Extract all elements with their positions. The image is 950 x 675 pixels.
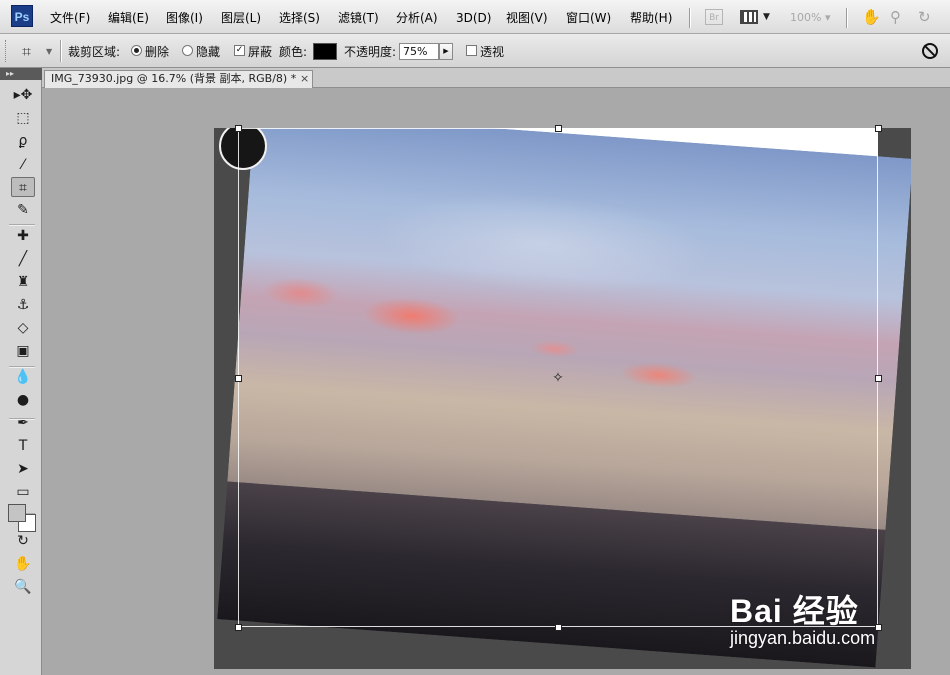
gradient-tool-icon[interactable]: ▣ <box>11 341 35 361</box>
menu-filter[interactable]: 滤镜(T) <box>338 10 379 26</box>
perspective-label[interactable]: 透视 <box>480 44 504 60</box>
menu-layer[interactable]: 图层(L) <box>221 10 261 26</box>
crop-tool-preset-icon[interactable]: ⌗ <box>22 42 31 62</box>
document-tab[interactable]: IMG_73930.jpg @ 16.7% (背景 副本, RGB/8) * × <box>44 70 313 88</box>
crop-tool-icon[interactable]: ⌗ <box>11 177 35 197</box>
opacity-input[interactable]: 75% <box>399 43 439 60</box>
pen-tool-icon[interactable]: ✒ <box>11 413 35 433</box>
tools-panel: ▸▸ ▸✥⬚ϼ⁄⌗✎✚╱♜⚓◇▣💧●✒T➤▭⟲↻✋🔍 <box>0 68 42 675</box>
options-bar-grip[interactable] <box>5 40 9 62</box>
baidu-logo: Bai 经验 <box>730 593 859 629</box>
delete-label[interactable]: 删除 <box>145 44 169 60</box>
tools-separator <box>9 224 35 226</box>
menu-analysis[interactable]: 分析(A) <box>396 10 438 26</box>
delete-radio[interactable] <box>131 45 142 56</box>
path-selection-tool-icon[interactable]: ➤ <box>11 459 35 479</box>
crop-area-label: 裁剪区域: <box>68 45 121 59</box>
menubar-separator <box>689 8 691 28</box>
hide-label[interactable]: 隐藏 <box>196 44 220 60</box>
options-separator <box>60 40 62 62</box>
menubar-separator <box>846 8 848 28</box>
move-tool-icon[interactable]: ▸✥ <box>11 85 35 105</box>
document-tab-title: IMG_73930.jpg @ 16.7% (背景 副本, RGB/8) * <box>51 72 297 85</box>
crop-handle-bottom-left[interactable] <box>235 624 242 631</box>
hand-tool-icon[interactable]: ✋ <box>11 554 35 574</box>
menu-window[interactable]: 窗口(W) <box>566 10 611 26</box>
tools-separator <box>9 418 35 420</box>
watermark-url: jingyan.baidu.com <box>730 628 876 648</box>
crop-handle-top[interactable] <box>555 125 562 132</box>
crop-handle-top-right[interactable] <box>875 125 882 132</box>
menu-help[interactable]: 帮助(H) <box>630 10 672 26</box>
shape-tool-icon[interactable]: ▭ <box>11 482 35 502</box>
tools-panel-collapse[interactable]: ▸▸ <box>0 68 42 80</box>
type-tool-icon[interactable]: T <box>11 436 35 456</box>
opacity-slider-arrow[interactable]: ▶ <box>439 43 453 60</box>
quick-selection-tool-icon[interactable]: ⁄ <box>11 155 35 175</box>
crop-handle-left[interactable] <box>235 375 242 382</box>
zoom-icon[interactable]: ⚲ <box>890 8 901 26</box>
opacity-label: 不透明度: <box>344 45 397 59</box>
history-brush-tool-icon[interactable]: ⚓ <box>11 295 35 315</box>
ruler-tool-icon[interactable]: ✎ <box>11 200 35 220</box>
screen-mode-icon[interactable] <box>740 10 758 24</box>
zoom-tool-icon[interactable]: 🔍 <box>11 577 35 597</box>
document-tab-bar: IMG_73930.jpg @ 16.7% (背景 副本, RGB/8) * × <box>42 68 950 88</box>
shield-label[interactable]: 屏蔽 <box>248 44 272 60</box>
color-swatches[interactable] <box>8 504 38 534</box>
shield-color-swatch[interactable] <box>313 43 337 60</box>
menu-file[interactable]: 文件(F) <box>50 10 90 26</box>
brush-tool-icon[interactable]: ╱ <box>11 249 35 269</box>
foreground-color-swatch[interactable] <box>8 504 26 522</box>
marquee-tool-icon[interactable]: ⬚ <box>11 108 35 128</box>
rotate-view-icon[interactable]: ↻ <box>918 8 931 26</box>
3d-orbit-tool-icon[interactable]: ↻ <box>11 531 35 551</box>
options-bar: ⌗ ▼ 裁剪区域: 删除 隐藏 ✓ 屏蔽 颜色: 不透明度: 75% ▶ 透视 <box>0 34 950 68</box>
menu-bar: Ps 文件(F) 编辑(E) 图像(I) 图层(L) 选择(S) 滤镜(T) 分… <box>0 0 950 34</box>
menu-3d[interactable]: 3D(D) <box>456 10 491 26</box>
menu-edit[interactable]: 编辑(E) <box>108 10 149 26</box>
hide-radio[interactable] <box>182 45 193 56</box>
close-icon[interactable]: × <box>300 71 309 87</box>
chevron-down-icon[interactable]: ▼ <box>763 12 770 22</box>
menu-image[interactable]: 图像(I) <box>166 10 203 26</box>
tools-separator <box>9 366 35 368</box>
dodge-tool-icon[interactable]: ● <box>11 390 35 410</box>
cancel-crop-icon[interactable] <box>922 43 938 59</box>
crop-handle-top-left[interactable] <box>235 125 242 132</box>
clone-stamp-tool-icon[interactable]: ♜ <box>11 272 35 292</box>
crop-handle-right[interactable] <box>875 375 882 382</box>
color-label: 颜色: <box>279 45 308 59</box>
crop-center-icon[interactable]: ✧ <box>551 371 565 385</box>
zoom-level-field[interactable]: 100% ▾ <box>790 10 838 26</box>
eraser-tool-icon[interactable]: ◇ <box>11 318 35 338</box>
crop-handle-bottom[interactable] <box>555 624 562 631</box>
lasso-tool-icon[interactable]: ϼ <box>11 131 35 151</box>
shield-checkbox[interactable]: ✓ <box>234 45 245 56</box>
healing-brush-tool-icon[interactable]: ✚ <box>11 226 35 246</box>
baidu-watermark: Bai 经验 jingyan.baidu.com <box>730 586 940 656</box>
menu-view[interactable]: 视图(V) <box>506 10 548 26</box>
bridge-button[interactable]: Br <box>705 9 723 25</box>
chevron-down-icon[interactable]: ▼ <box>46 47 52 56</box>
perspective-checkbox[interactable] <box>466 45 477 56</box>
blur-tool-icon[interactable]: 💧 <box>11 367 35 387</box>
menu-select[interactable]: 选择(S) <box>279 10 320 26</box>
hand-icon[interactable]: ✋ <box>862 8 881 26</box>
photoshop-logo: Ps <box>11 5 33 27</box>
